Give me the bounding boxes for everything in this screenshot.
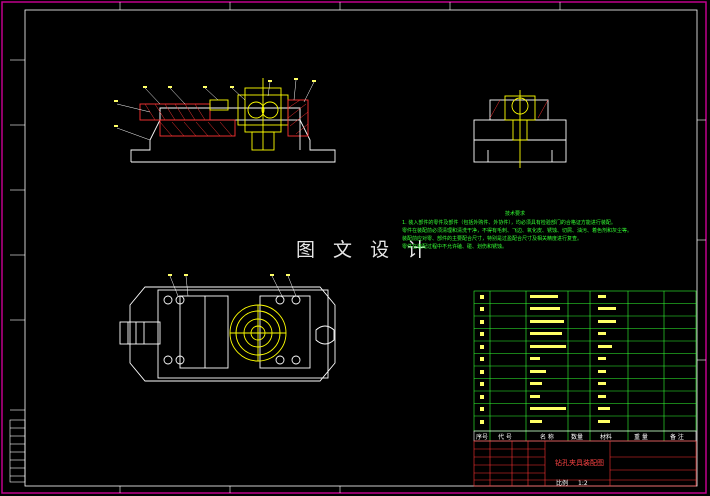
scale-value: 1:2 [578, 480, 588, 487]
bom-header-weight: 重 量 [634, 433, 648, 441]
bom-header-qty: 数量 [571, 433, 583, 441]
top-view-workpiece [229, 304, 287, 362]
cad-drawing-canvas: 图 文 设 计 技术要求 1. 装入部件的零件及部件（包括外购件、外协件），均必… [1, 1, 707, 494]
bom-header-name: 名 称 [540, 433, 554, 441]
bom-header-remark: 备 注 [670, 433, 684, 441]
tech-req-line-3: 装配前应对零、部件的主要配合尺寸，特别是过盈配合尺寸及相关精度进行复查。 [402, 235, 582, 242]
bom-header-index: 序号 [476, 433, 488, 441]
bom-row-markers [480, 295, 616, 424]
scale-label: 比例 [556, 479, 568, 487]
top-view-leaders [169, 275, 297, 297]
tech-req-title: 技术要求 [505, 210, 525, 217]
side-view [473, 90, 567, 168]
bom-table [473, 290, 697, 441]
bom-header: 序号 代 号 名 称 数量 材料 重 量 备 注 [473, 430, 697, 442]
technical-requirements: 技术要求 1. 装入部件的零件及部件（包括外购件、外协件），均必须具有检验部门的… [402, 210, 632, 250]
bom-header-material: 材料 [600, 433, 612, 441]
tech-req-line-2: 零件在装配前必须清理和清洗干净，不得有毛刺、飞边、氧化皮、锈蚀、切屑、油污、着色… [402, 227, 632, 234]
top-view-balloons [168, 274, 290, 276]
bom-header-code: 代 号 [498, 433, 512, 441]
watermark-text: 图 文 设 计 [296, 239, 432, 261]
left-margin-strips [9, 59, 26, 483]
tech-req-line-1: 1. 装入部件的零件及部件（包括外购件、外协件），均必须具有检验部门的合格证方能… [402, 219, 616, 226]
front-view [130, 78, 336, 163]
drawing-title: 钻孔夹具装配图 [555, 458, 604, 467]
tech-req-line-4: 零件在装配过程中不允许磕、碰、划伤和锈蚀。 [402, 243, 507, 250]
top-view [119, 286, 336, 382]
